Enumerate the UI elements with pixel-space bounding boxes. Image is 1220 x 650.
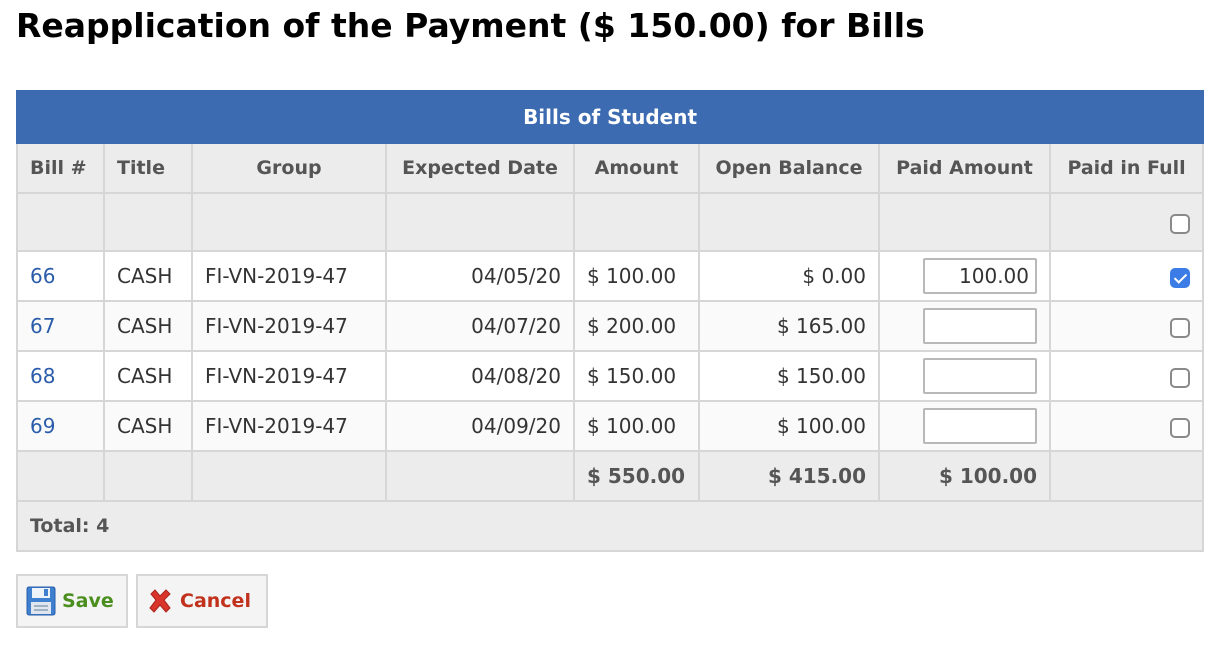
bill-group: FI-VN-2019-47 [191,350,387,402]
bill-title: CASH [103,250,193,302]
bill-open-balance: $ 0.00 [698,250,880,302]
bill-number-link[interactable]: 66 [30,264,55,288]
paid-in-full-checkbox[interactable] [1170,317,1191,338]
bill-group: FI-VN-2019-47 [191,400,387,452]
bill-number-link[interactable]: 69 [30,414,55,438]
table-row: 69 CASH FI-VN-2019-47 04/09/20 $ 100.00 $ 100… [16,400,1205,452]
bill-open-balance: $ 165.00 [698,300,880,352]
column-header-paid-in-full: Paid in Full [1048,142,1205,194]
totals-row: $ 550.00 $ 415.00 $ 100.00 [16,450,1205,502]
bill-number-link[interactable]: 68 [30,364,55,388]
bill-amount: $ 100.00 [573,250,700,302]
paid-in-full-checkbox[interactable] [1170,267,1191,288]
table-row: 68 CASH FI-VN-2019-47 04/08/20 $ 150.00 $ 150… [16,350,1205,402]
save-label: Save [62,590,114,612]
bill-amount: $ 100.00 [573,400,700,452]
bill-title: CASH [103,400,193,452]
table-caption: Bills of Student [15,90,1205,144]
table-header-row: Bill # Title Group Expected Date Amount … [16,142,1205,194]
bill-expected-date: 04/05/20 [385,250,575,302]
table-row: 67 CASH FI-VN-2019-47 04/07/20 $ 200.00 $ 165… [16,300,1205,352]
page-title: Reapplication of the Payment ($ 150.00) … [16,6,925,45]
total-count-row: Total: 4 [15,500,1205,552]
bill-open-balance: $ 100.00 [698,400,880,452]
total-open-balance: $ 415.00 [698,450,880,502]
total-amount: $ 550.00 [573,450,700,502]
bill-title: CASH [103,350,193,402]
column-header-amount: Amount [573,142,700,194]
select-all-row [16,192,1205,252]
floppy-disk-icon [26,586,56,616]
bill-expected-date: 04/07/20 [385,300,575,352]
bill-number-link[interactable]: 67 [30,314,55,338]
column-header-bill: Bill # [16,142,105,194]
paid-amount-input[interactable] [923,308,1037,344]
column-header-open-balance: Open Balance [698,142,880,194]
bill-amount: $ 200.00 [573,300,700,352]
table-row: 66 CASH FI-VN-2019-47 04/05/20 $ 100.00 $ 0.0… [16,250,1205,302]
bill-group: FI-VN-2019-47 [191,300,387,352]
save-button[interactable]: Save [16,574,128,628]
total-paid-amount: $ 100.00 [878,450,1051,502]
bill-title: CASH [103,300,193,352]
red-x-icon [146,587,174,615]
paid-in-full-checkbox[interactable] [1170,367,1191,388]
cancel-label: Cancel [180,590,251,612]
column-header-paid-amount: Paid Amount [878,142,1051,194]
bill-expected-date: 04/09/20 [385,400,575,452]
select-all-checkbox[interactable] [1170,213,1191,234]
bill-open-balance: $ 150.00 [698,350,880,402]
bill-expected-date: 04/08/20 [385,350,575,402]
cancel-button[interactable]: Cancel [136,574,268,628]
paid-amount-input[interactable] [923,408,1037,444]
column-header-group: Group [191,142,387,194]
column-header-expected-date: Expected Date [385,142,575,194]
total-count: Total: 4 [15,500,1205,552]
column-header-title: Title [103,142,193,194]
paid-amount-input[interactable] [923,258,1037,294]
bill-group: FI-VN-2019-47 [191,250,387,302]
paid-in-full-checkbox[interactable] [1170,417,1191,438]
paid-amount-input[interactable] [923,358,1037,394]
bill-amount: $ 150.00 [573,350,700,402]
bills-table: Bills of Student Bill # Title Group Expe… [15,90,1205,552]
